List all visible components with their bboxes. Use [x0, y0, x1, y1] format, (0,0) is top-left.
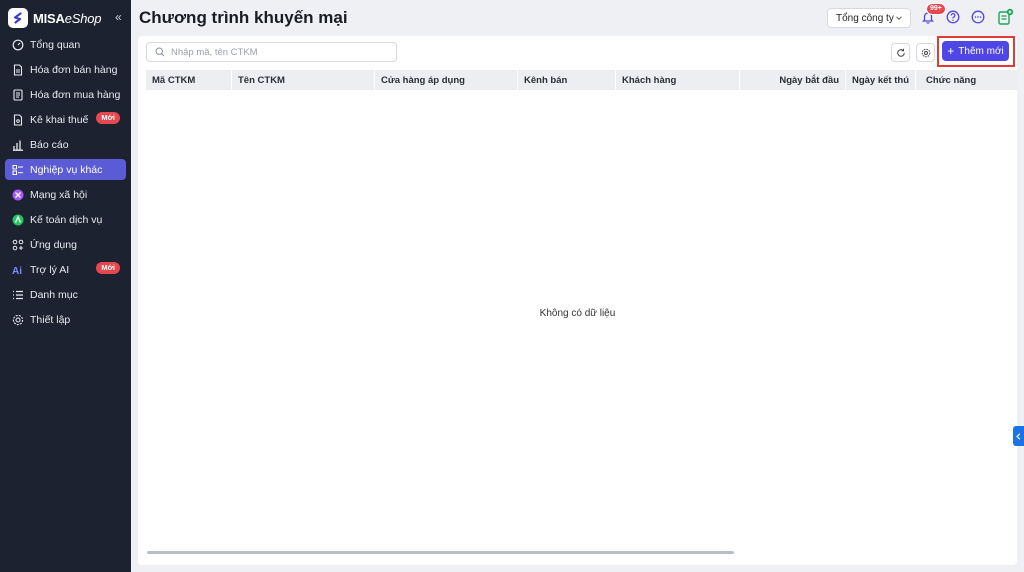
- column-settings-button[interactable]: [916, 43, 935, 62]
- sidebar-item-label: Báo cáo: [30, 138, 69, 151]
- column-header-ngay-ket-thuc[interactable]: Ngày kết thú: [846, 70, 916, 90]
- table-header: Mã CTKM Tên CTKM Cửa hàng áp dụng Kênh b…: [146, 70, 1017, 90]
- company-select-value: Tổng công ty: [836, 12, 894, 24]
- empty-state-text: Không có dữ liệu: [539, 308, 616, 319]
- brand-name: MISAeShop: [33, 10, 102, 26]
- plus-icon: +: [947, 44, 955, 58]
- sidebar-item-label: Nghiệp vụ khác: [30, 163, 103, 176]
- sidebar-item-ke-khai-thue[interactable]: Kê khai thuế Mới: [5, 109, 126, 130]
- column-header-kenh-ban[interactable]: Kênh bán: [518, 70, 616, 90]
- page-header: Chương trình khuyến mại Tổng công ty 99+: [131, 0, 1024, 34]
- column-header-cua-hang[interactable]: Cửa hàng áp dụng: [375, 70, 518, 90]
- invoice-icon: [12, 63, 24, 76]
- sidebar-item-ke-toan-dich-vu[interactable]: Kế toán dịch vụ: [5, 209, 126, 230]
- tasks-icon: [12, 164, 24, 176]
- sidebar-item-danh-muc[interactable]: Danh mục: [5, 284, 126, 305]
- brand-logo[interactable]: MISAeShop: [8, 8, 101, 28]
- sidebar-item-hoa-don-mua-hang[interactable]: Hóa đơn mua hàng: [5, 84, 126, 105]
- horizontal-scrollbar[interactable]: [147, 551, 734, 554]
- sidebar-item-mang-xa-hoi[interactable]: Mạng xã hội: [5, 184, 126, 205]
- search-input[interactable]: [171, 46, 391, 58]
- sidebar-item-label: Danh mục: [30, 288, 78, 301]
- column-header-ngay-bat-dau[interactable]: Ngày bắt đầu: [740, 70, 846, 90]
- sidebar-nav: Tổng quan Hóa đơn bán hàng Hóa đơn mua h…: [5, 34, 126, 334]
- sidebar-item-label: Trợ lý AI: [30, 263, 70, 276]
- sidebar-item-label: Kế toán dịch vụ: [30, 213, 103, 226]
- help-icon[interactable]: [946, 10, 960, 24]
- column-header-ma-ctkm[interactable]: Mã CTKM: [146, 70, 232, 90]
- page-title: Chương trình khuyến mại: [139, 8, 348, 27]
- sidebar-item-nghiep-vu-khac[interactable]: Nghiệp vụ khác: [5, 159, 126, 180]
- sidebar-item-bao-cao[interactable]: Báo cáo: [5, 134, 126, 155]
- settings-icon: [12, 314, 24, 326]
- list-icon: [12, 289, 24, 301]
- chevron-down-icon: [896, 16, 902, 21]
- add-new-button[interactable]: + Thêm mới: [942, 41, 1009, 61]
- sidebar-item-label: Mạng xã hội: [30, 188, 88, 201]
- svg-text:Ai: Ai: [12, 266, 22, 276]
- search-icon: [155, 47, 165, 57]
- sidebar-item-thiet-lap[interactable]: Thiết lập: [5, 309, 126, 330]
- sidebar-item-label: Tổng quan: [30, 38, 81, 51]
- sidebar-item-hoa-don-ban-hang[interactable]: Hóa đơn bán hàng: [5, 59, 126, 80]
- refresh-button[interactable]: [891, 43, 910, 62]
- sidebar-item-tong-quan[interactable]: Tổng quan: [5, 34, 126, 55]
- tax-icon: [12, 113, 24, 126]
- accounting-app-icon[interactable]: [995, 7, 1015, 27]
- add-new-label: Thêm mới: [958, 45, 1004, 57]
- sidebar-item-tro-ly-ai[interactable]: Ai Trợ lý AI Mới: [5, 259, 126, 280]
- more-options-icon[interactable]: [971, 10, 985, 24]
- sidebar: MISAeShop « Tổng quan Hóa đơn bán hàng H…: [0, 0, 131, 572]
- dashboard-icon: [12, 39, 24, 51]
- accounting-icon: [12, 214, 24, 226]
- new-badge: Mới: [96, 112, 120, 124]
- gear-icon: [921, 48, 930, 57]
- purchase-invoice-icon: [12, 88, 24, 101]
- misa-logo-icon: [8, 8, 28, 28]
- apps-icon: [12, 239, 24, 251]
- expand-side-panel-button[interactable]: [1013, 426, 1024, 446]
- new-badge: Mới: [96, 262, 120, 274]
- sidebar-item-label: Ứng dụng: [30, 238, 77, 251]
- sidebar-item-label: Hóa đơn mua hàng: [30, 88, 121, 101]
- social-icon: [12, 189, 24, 201]
- sidebar-item-label: Hóa đơn bán hàng: [30, 63, 118, 76]
- sidebar-item-label: Thiết lập: [30, 313, 71, 326]
- collapse-sidebar-icon[interactable]: «: [115, 10, 122, 24]
- notification-count-badge: 99+: [926, 3, 946, 15]
- main-panel: + Thêm mới Mã CTKM Tên CTKM Cửa hàng áp …: [138, 36, 1017, 565]
- chevron-left-icon: [1016, 432, 1021, 440]
- search-box[interactable]: [146, 42, 397, 62]
- refresh-icon: [896, 48, 905, 57]
- company-select[interactable]: Tổng công ty: [827, 8, 911, 28]
- report-icon: [12, 139, 24, 151]
- sidebar-item-ung-dung[interactable]: Ứng dụng: [5, 234, 126, 255]
- ai-icon: Ai: [12, 264, 24, 276]
- column-header-khach-hang[interactable]: Khách hàng: [616, 70, 740, 90]
- sidebar-item-label: Kê khai thuế: [30, 113, 89, 126]
- column-header-ten-ctkm[interactable]: Tên CTKM: [232, 70, 375, 90]
- column-header-chuc-nang[interactable]: Chức năng: [916, 70, 1016, 90]
